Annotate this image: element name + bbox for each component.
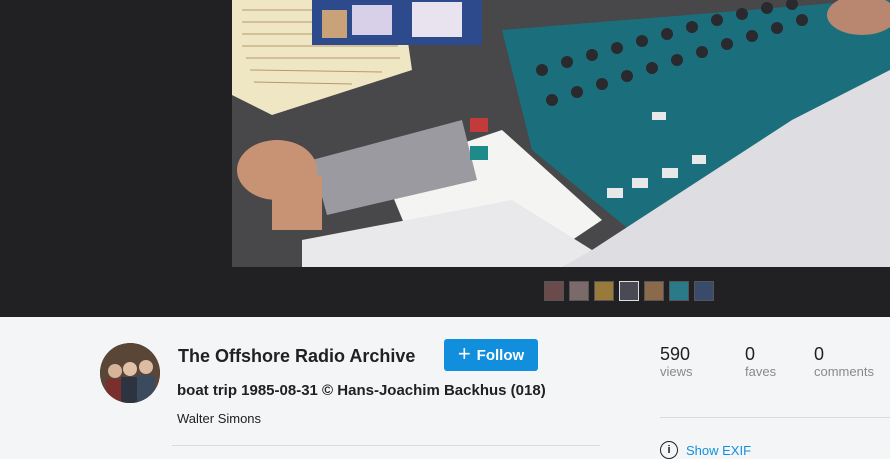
stat-label: faves	[745, 364, 777, 379]
photo-viewer	[0, 0, 890, 317]
stat-label: views	[660, 364, 693, 379]
divider	[172, 445, 600, 446]
filmstrip-thumbnail[interactable]	[669, 281, 689, 301]
filmstrip	[544, 281, 714, 301]
stat-label: comments	[814, 364, 874, 379]
follow-label: Follow	[476, 346, 525, 364]
filmstrip-thumbnail[interactable]	[594, 281, 614, 301]
divider	[660, 417, 890, 418]
filmstrip-thumbnail[interactable]	[569, 281, 589, 301]
stat-comments: 0 comments	[814, 344, 874, 380]
stat-value: 0	[745, 344, 756, 364]
filmstrip-thumbnail[interactable]	[619, 281, 639, 301]
owner-avatar[interactable]	[100, 343, 160, 403]
stat-value: 590	[660, 344, 691, 364]
photo-info-panel: The Offshore Radio Archive + Follow boat…	[0, 317, 890, 459]
plus-icon: +	[457, 341, 471, 366]
main-photo[interactable]	[232, 0, 890, 267]
filmstrip-thumbnail[interactable]	[544, 281, 564, 301]
follow-button[interactable]: + Follow	[444, 339, 538, 371]
stat-value: 0	[814, 344, 825, 364]
photo-title: boat trip 1985-08-31 © Hans-Joachim Back…	[177, 382, 546, 399]
filmstrip-thumbnail[interactable]	[694, 281, 714, 301]
owner-name[interactable]: The Offshore Radio Archive	[178, 346, 415, 367]
stat-views: 590 views	[660, 344, 693, 380]
filmstrip-thumbnail[interactable]	[644, 281, 664, 301]
info-icon: i	[660, 441, 678, 459]
show-exif-label[interactable]: Show EXIF	[686, 443, 751, 458]
stat-faves: 0 faves	[745, 344, 776, 380]
photo-description: Walter Simons	[177, 411, 262, 426]
show-exif-link[interactable]: i Show EXIF	[660, 441, 751, 459]
